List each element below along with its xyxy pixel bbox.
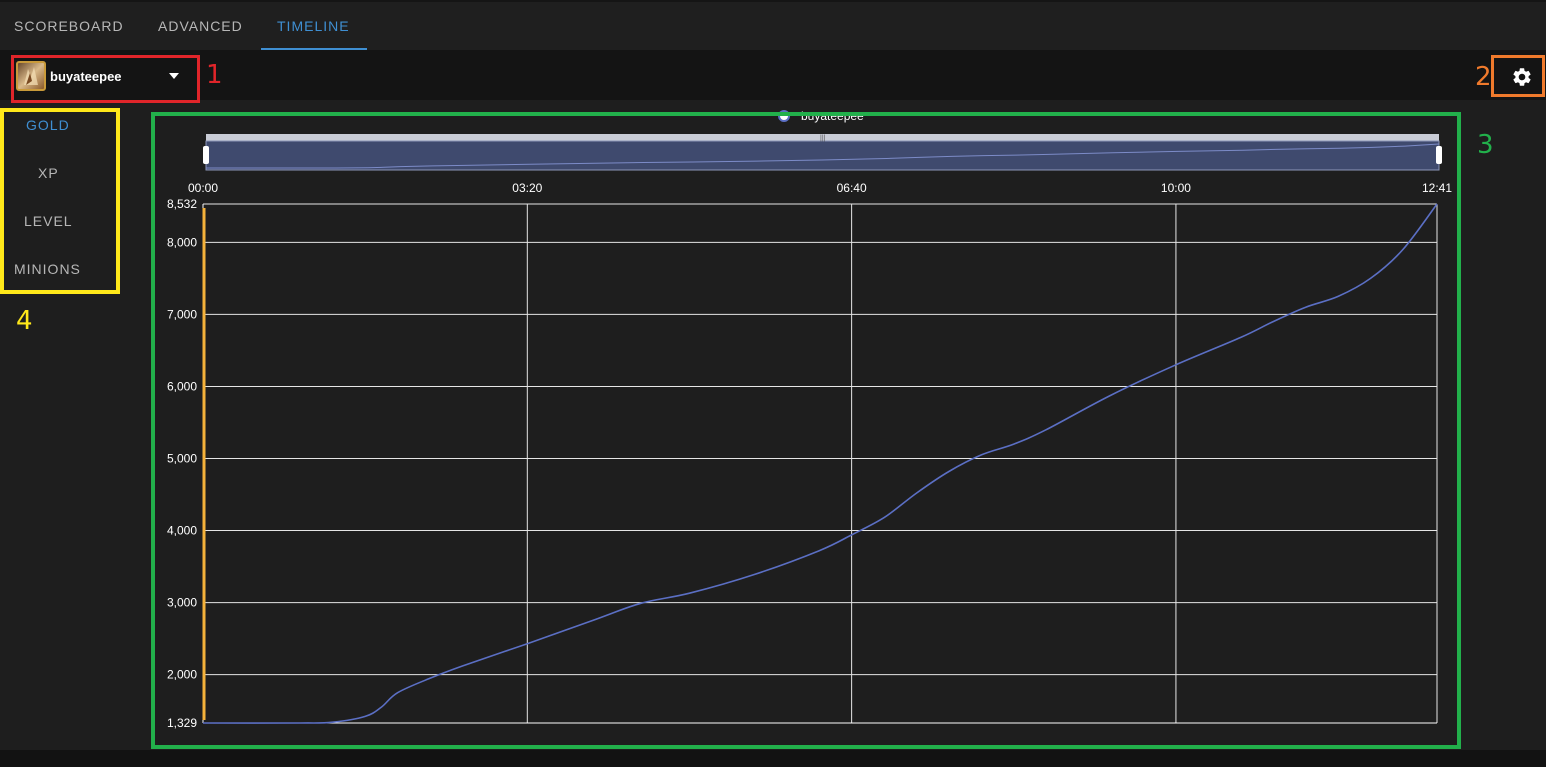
- annotation-box-2: [1491, 55, 1545, 97]
- annotation-box-4: [0, 108, 120, 294]
- top-tab-bar: SCOREBOARD ADVANCED TIMELINE: [0, 0, 1546, 50]
- player-bar: [0, 50, 1546, 100]
- tab-scoreboard[interactable]: SCOREBOARD: [14, 18, 124, 34]
- tab-advanced[interactable]: ADVANCED: [158, 18, 243, 34]
- annotation-box-3: [151, 112, 1461, 749]
- bottom-strip: [0, 750, 1546, 767]
- annotation-label-3: 3: [1477, 130, 1494, 160]
- timeline-app: SCOREBOARD ADVANCED TIMELINE buyateepee …: [0, 0, 1546, 767]
- tab-timeline[interactable]: TIMELINE: [277, 18, 350, 34]
- annotation-label-4: 4: [16, 306, 33, 336]
- annotation-label-2: 2: [1475, 62, 1492, 92]
- annotation-label-1: 1: [206, 60, 223, 90]
- annotation-box-1: [11, 55, 200, 103]
